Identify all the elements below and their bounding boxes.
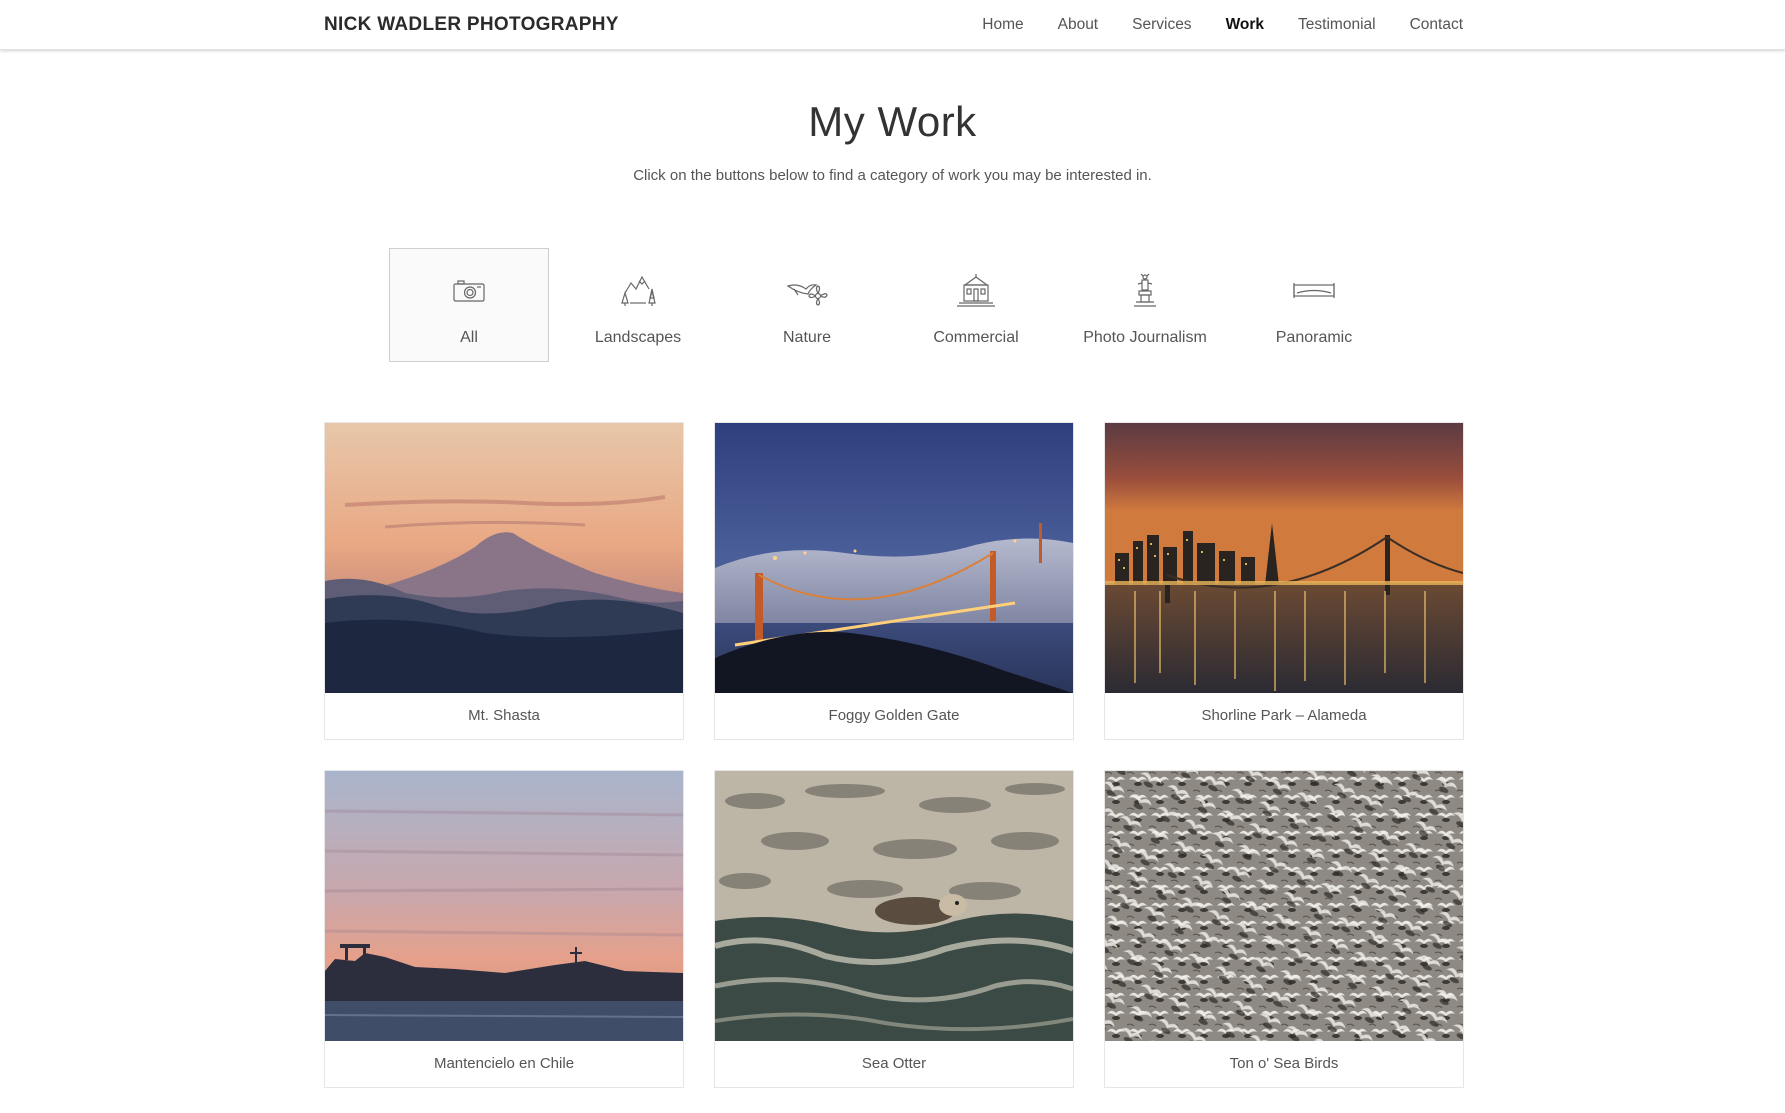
gallery-card-mt-shasta[interactable]: Mt. Shasta [324,422,684,740]
gallery-card-foggy-golden-gate[interactable]: Foggy Golden Gate [714,422,1074,740]
nav-services[interactable]: Services [1132,16,1191,34]
filter-label: All [460,329,478,346]
camera-icon [453,280,485,302]
photo-caption: Sea Otter [861,1055,927,1072]
photo-mt-shasta [325,423,683,693]
nav-work[interactable]: Work [1226,16,1264,34]
nav-home[interactable]: Home [982,16,1023,34]
page-subtitle: Click on the buttons below to find a cat… [633,167,1152,184]
mountains-trees-icon [621,275,656,306]
filter-label: Nature [782,329,832,346]
top-navbar: NICK WADLER PHOTOGRAPHY Home About Servi… [0,0,1785,50]
filter-label: Commercial [933,329,1019,346]
filter-all[interactable]: All [389,248,549,362]
photo-shorline-park [1105,423,1463,693]
filter-landscapes[interactable]: Landscapes [558,248,718,362]
photo-sea-otter [715,771,1073,1041]
photo-caption: Foggy Golden Gate [828,707,960,724]
gallery-card-sea-otter[interactable]: Sea Otter [714,770,1074,1088]
page-title: My Work [808,98,977,145]
filter-nature[interactable]: Nature [727,248,887,362]
gallery-card-mantencielo[interactable]: Mantencielo en Chile [324,770,684,1088]
nav-contact[interactable]: Contact [1410,16,1463,34]
filter-panoramic[interactable]: Panoramic [1234,248,1394,362]
photo-caption: Ton o' Sea Birds [1229,1055,1339,1072]
site-brand[interactable]: NICK WADLER PHOTOGRAPHY [324,14,619,36]
statue-icon [1134,273,1156,307]
filter-label: Panoramic [1275,329,1353,346]
photo-caption: Mt. Shasta [468,707,540,724]
photo-mantencielo [325,771,683,1041]
bird-flower-icon [786,284,828,306]
photo-caption: Shorline Park – Alameda [1201,707,1367,724]
filter-label: Landscapes [594,329,682,346]
photo-caption: Mantencielo en Chile [433,1055,575,1072]
nav-testimonial[interactable]: Testimonial [1298,16,1376,34]
filter-commercial[interactable]: Commercial [896,248,1056,362]
filter-label: Photo Journalism [1083,329,1207,346]
category-filters: All Landscapes Nature Commercial Photo J… [389,248,1394,362]
panorama-frame-icon [1293,283,1335,298]
building-icon [957,274,995,307]
nav-about[interactable]: About [1058,16,1099,34]
photo-sea-birds [1105,771,1463,1041]
gallery-card-shorline-park[interactable]: Shorline Park – Alameda [1104,422,1464,740]
filter-photo-journalism[interactable]: Photo Journalism [1065,248,1225,362]
photo-foggy-golden-gate [715,423,1073,693]
gallery-card-sea-birds[interactable]: Ton o' Sea Birds [1104,770,1464,1088]
main-nav: Home About Services Work Testimonial Con… [982,16,1463,34]
